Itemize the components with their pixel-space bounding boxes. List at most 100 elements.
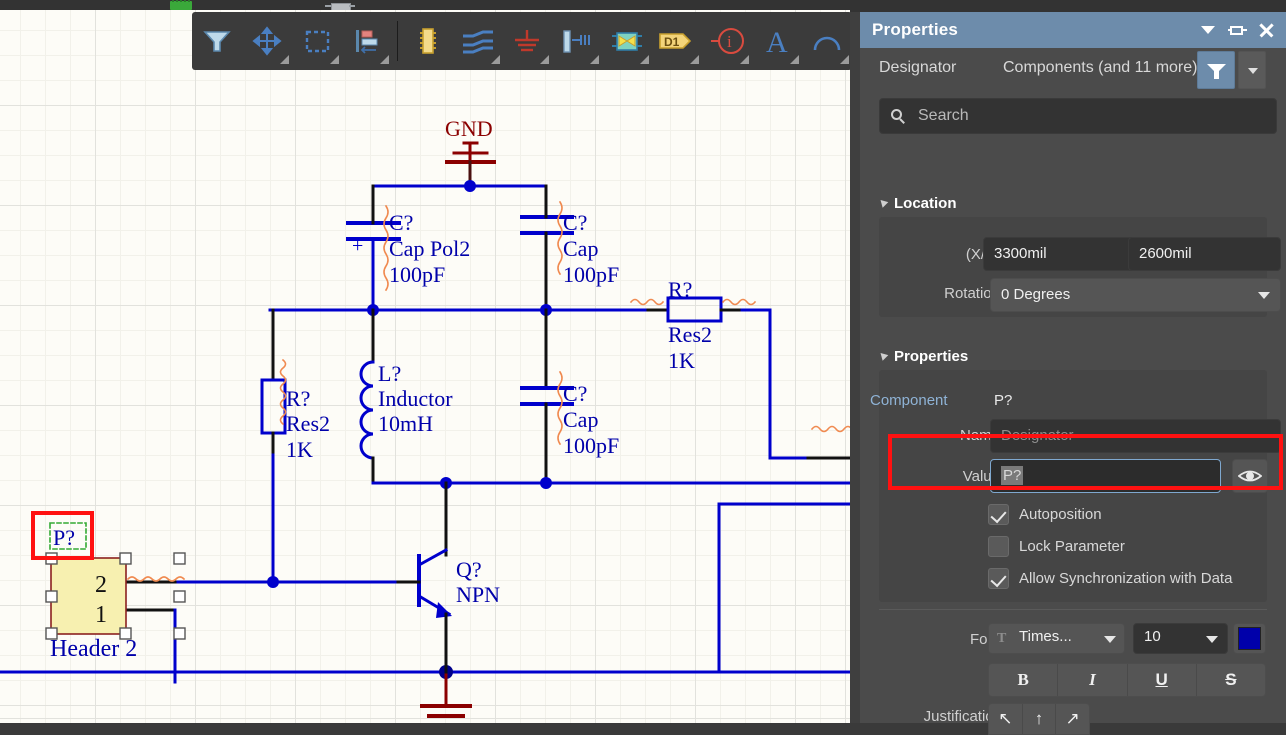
svg-text:Inductor: Inductor: [378, 386, 453, 411]
svg-text:NPN: NPN: [456, 582, 500, 607]
svg-text:Res2: Res2: [668, 322, 712, 347]
area-select-tool-button[interactable]: [292, 15, 342, 67]
svg-text:+: +: [352, 235, 363, 257]
schematic-canvas[interactable]: GND + C? Cap Pol2 100pF C? Cap 100pF R? …: [0, 10, 850, 723]
allow-sync-checkbox-row[interactable]: Allow Synchronization with Data: [988, 565, 1232, 591]
font-style-buttons: B I U S: [988, 663, 1266, 697]
properties-panel: Properties Designator Components (and 11…: [850, 12, 1286, 735]
dropdown-caret-icon[interactable]: [590, 55, 600, 64]
value-label: Value: [962, 468, 1000, 485]
move-tool-button[interactable]: [242, 15, 292, 67]
dropdown-caret-icon[interactable]: [690, 55, 700, 64]
dropdown-caret-icon[interactable]: [540, 55, 550, 64]
dropdown-caret-icon[interactable]: [839, 55, 849, 64]
chevron-down-icon: [1206, 636, 1218, 643]
collapse-caret-icon[interactable]: [1199, 21, 1217, 39]
justify-top-center-button[interactable]: ↑: [1023, 704, 1057, 734]
properties-divider: [879, 609, 1267, 610]
arc-icon: [813, 36, 841, 51]
name-field[interactable]: Designator: [990, 419, 1281, 453]
schematic-drawing: GND + C? Cap Pol2 100pF C? Cap 100pF R? …: [0, 116, 850, 718]
place-part-icon[interactable]: [325, 2, 355, 11]
rotation-label: Rotation: [944, 285, 1000, 302]
allow-sync-checkbox[interactable]: [988, 567, 1009, 589]
rotation-select[interactable]: 0 Degrees: [990, 278, 1281, 312]
bold-button[interactable]: B: [989, 664, 1059, 696]
font-family-select[interactable]: T Times...: [988, 623, 1125, 654]
justify-top-right-button[interactable]: ↗: [1056, 704, 1089, 734]
underline-button[interactable]: U: [1128, 664, 1197, 696]
name-label: Name: [959, 427, 1000, 444]
dropdown-caret-icon[interactable]: [640, 55, 650, 64]
dropdown-caret-icon[interactable]: [490, 55, 500, 64]
eye-icon: [1238, 470, 1262, 482]
svg-text:D1: D1: [664, 35, 680, 49]
font-label: Font: [969, 631, 1000, 648]
autoposition-checkbox[interactable]: [988, 503, 1009, 525]
align-tool-button[interactable]: [342, 15, 392, 67]
dropdown-caret-icon[interactable]: [379, 55, 389, 64]
value-field[interactable]: P?: [990, 459, 1221, 493]
autoposition-checkbox-row[interactable]: Autoposition: [988, 501, 1102, 527]
svg-text:Header 2: Header 2: [50, 636, 137, 662]
place-designator-tool-button[interactable]: D1: [652, 15, 702, 67]
dropdown-caret-icon[interactable]: [740, 55, 750, 64]
place-arc-tool-button[interactable]: [802, 15, 852, 67]
chevron-down-icon: [1258, 292, 1270, 299]
section-header-location[interactable]: Location: [877, 195, 957, 212]
text-a-icon: A: [766, 26, 788, 57]
section-header-properties[interactable]: Properties: [877, 348, 968, 365]
panel-titlebar: Properties: [860, 12, 1286, 48]
dropdown-caret-icon[interactable]: [329, 55, 339, 64]
dropdown-caret-icon[interactable]: [279, 55, 289, 64]
pin-panel-icon[interactable]: [1228, 21, 1247, 39]
close-panel-icon[interactable]: [1257, 21, 1275, 39]
lock-parameter-checkbox[interactable]: [988, 535, 1009, 557]
ic-component-icon[interactable]: [170, 0, 192, 10]
filter-dropdown-button[interactable]: [1238, 51, 1266, 89]
panel-body: Properties Designator Components (and 11…: [860, 12, 1286, 735]
section-collapse-arrow-icon: [877, 197, 889, 208]
lock-parameter-checkbox-row[interactable]: Lock Parameter: [988, 533, 1125, 559]
place-wire-tool-button[interactable]: [453, 15, 503, 67]
dropdown-caret-icon[interactable]: [790, 55, 800, 64]
allow-sync-label: Allow Synchronization with Data: [1019, 569, 1233, 587]
y-coordinate-field[interactable]: 2600mil: [1128, 237, 1281, 271]
place-text-tool-button[interactable]: A: [752, 15, 802, 67]
svg-text:100pF: 100pF: [563, 433, 619, 458]
sheet-symbol-icon: [612, 32, 643, 51]
inductor-symbol: [359, 308, 375, 485]
x-coordinate-field[interactable]: 3300mil: [983, 237, 1136, 271]
svg-text:Res2: Res2: [286, 411, 330, 436]
place-bus-tool-button[interactable]: [552, 15, 602, 67]
italic-button[interactable]: I: [1058, 664, 1128, 696]
place-no-erc-tool-button[interactable]: i: [702, 15, 752, 67]
font-size-select[interactable]: 10: [1133, 623, 1228, 654]
visibility-toggle-button[interactable]: [1232, 459, 1268, 493]
font-color-button[interactable]: [1233, 623, 1266, 654]
wire-icon: [462, 30, 493, 54]
strikethrough-button[interactable]: S: [1197, 664, 1265, 696]
svg-text:GND: GND: [445, 116, 493, 141]
svg-text:R?: R?: [286, 386, 310, 411]
component-label: Component: [870, 392, 948, 409]
place-part-tool-button[interactable]: [403, 15, 453, 67]
svg-text:100pF: 100pF: [563, 262, 619, 287]
funnel-icon: [203, 31, 231, 52]
svg-text:C?: C?: [563, 210, 587, 235]
svg-text:L?: L?: [378, 361, 401, 386]
info-circle-icon: i: [711, 28, 745, 54]
filter-tool-button[interactable]: [192, 15, 242, 67]
place-gnd-tool-button[interactable]: [503, 15, 553, 67]
lock-parameter-label: Lock Parameter: [1019, 537, 1125, 555]
svg-text:Cap Pol2: Cap Pol2: [389, 236, 470, 261]
search-input[interactable]: Search: [879, 98, 1277, 134]
justify-top-left-button[interactable]: ↖: [989, 704, 1023, 734]
place-sheet-symbol-tool-button[interactable]: [602, 15, 652, 67]
ic-chip-icon: [419, 28, 436, 54]
svg-text:C?: C?: [563, 381, 587, 406]
filter-button[interactable]: [1197, 51, 1235, 89]
rotation-value: 0 Degrees: [1001, 286, 1071, 303]
font-t-icon: T: [997, 631, 1007, 646]
schematic-toolbar[interactable]: D1 i A: [192, 12, 852, 70]
